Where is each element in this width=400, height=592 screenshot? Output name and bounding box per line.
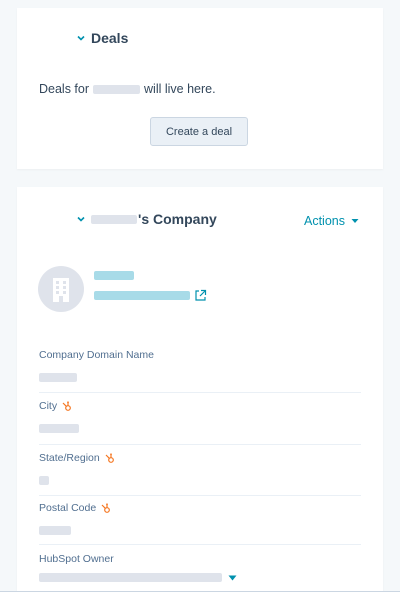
caret-down-icon[interactable] <box>228 575 237 581</box>
hubspot-sync-icon <box>101 502 111 513</box>
property-state-region: State/Region <box>39 452 361 490</box>
property-city: City <box>39 400 361 438</box>
create-deal-button[interactable]: Create a deal <box>150 117 248 146</box>
redacted-value[interactable] <box>39 373 77 382</box>
external-link-icon[interactable] <box>194 289 207 302</box>
divider <box>39 544 361 545</box>
property-label: Postal Code <box>39 502 97 514</box>
company-logo <box>38 266 84 312</box>
redacted-owner-value[interactable] <box>39 573 222 582</box>
actions-dropdown[interactable]: Actions <box>304 214 359 228</box>
company-name-link[interactable] <box>94 271 134 280</box>
property-label: State/Region <box>39 452 100 464</box>
deals-text-before: Deals for <box>39 82 90 96</box>
property-label: HubSpot Owner <box>39 553 114 565</box>
property-postal-code: Postal Code <box>39 502 361 540</box>
deals-empty-text: Deals for will live here. <box>39 82 216 96</box>
redacted-contact-name <box>91 214 137 224</box>
divider <box>39 392 361 393</box>
company-title: 's Company <box>138 211 217 227</box>
divider <box>39 444 361 445</box>
property-company-domain: Company Domain Name <box>39 349 361 387</box>
property-label: Company Domain Name <box>39 349 154 361</box>
actions-label[interactable]: Actions <box>304 214 345 228</box>
redacted-contact-name <box>93 84 141 94</box>
deals-section-header[interactable]: Deals <box>76 30 128 46</box>
property-label: City <box>39 400 58 412</box>
deals-card: Deals Deals for will live here. Create a… <box>17 8 383 169</box>
chevron-down-icon[interactable] <box>76 214 86 224</box>
company-card: 's Company Actions Company Domain Name C… <box>17 187 383 592</box>
redacted-value[interactable] <box>39 424 79 433</box>
redacted-value[interactable] <box>39 476 49 485</box>
chevron-down-icon[interactable] <box>76 33 86 43</box>
hubspot-sync-icon <box>62 400 71 411</box>
deals-text-after: will live here. <box>144 82 216 96</box>
deals-title: Deals <box>91 30 129 46</box>
caret-down-icon[interactable] <box>351 218 359 224</box>
redacted-value[interactable] <box>39 526 71 535</box>
hubspot-sync-icon <box>105 452 114 463</box>
divider <box>39 495 361 496</box>
property-hubspot-owner: HubSpot Owner <box>39 553 361 582</box>
company-website-link[interactable] <box>94 291 190 300</box>
building-icon <box>53 278 69 302</box>
company-section-header[interactable]: 's Company <box>76 211 217 227</box>
